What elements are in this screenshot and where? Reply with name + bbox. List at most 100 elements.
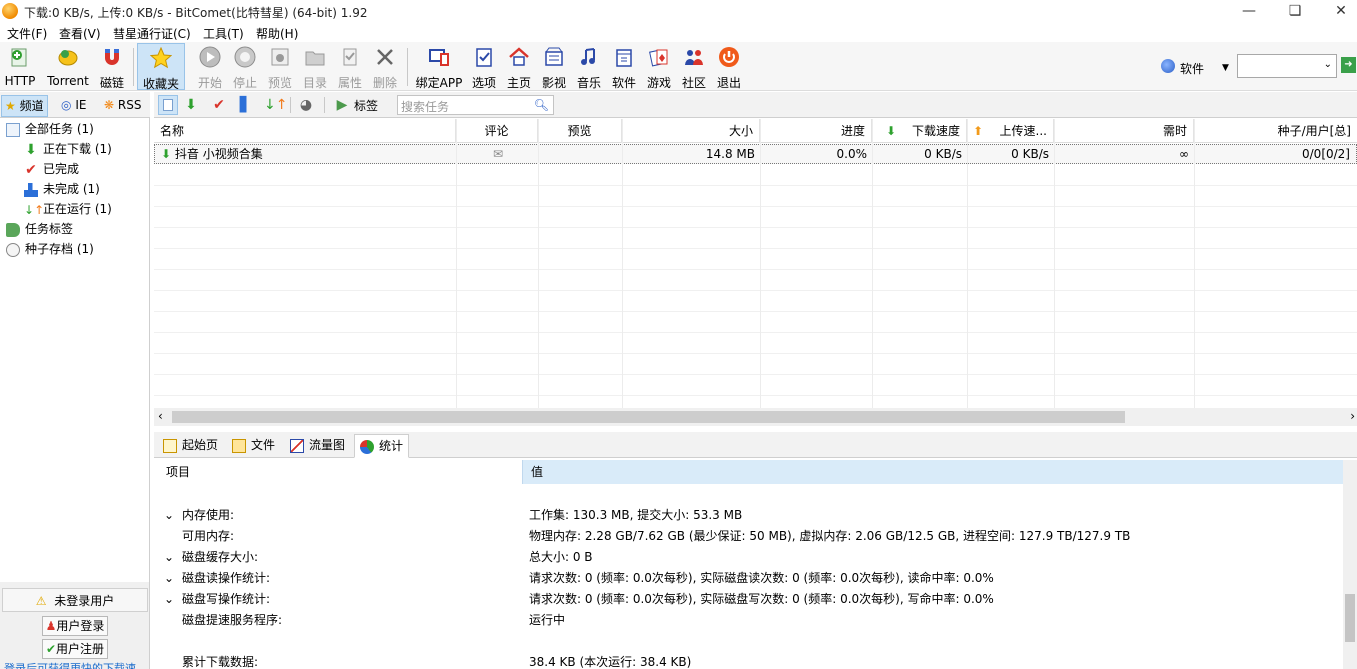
software-menu-label[interactable]: 软件 (1180, 60, 1204, 77)
vertical-scrollbar[interactable] (1343, 460, 1357, 669)
checkmark-icon: ✔ (25, 161, 37, 178)
scroll-right-icon[interactable]: › (1350, 409, 1355, 423)
tab-files[interactable]: 文件 (227, 434, 280, 458)
incomplete-icon (24, 182, 38, 197)
exit-button[interactable]: 退出 (715, 46, 743, 90)
tab-traffic-graph[interactable]: 流量图 (285, 434, 350, 458)
software-button[interactable]: 软件 (610, 46, 638, 90)
chevron-down-icon: ⌄ (1323, 59, 1332, 70)
task-progress: 0.0% (836, 147, 868, 161)
filter-downloading-icon[interactable]: ⬇ (183, 97, 199, 113)
close-button[interactable]: ✕ (1318, 0, 1357, 22)
menu-file[interactable]: 文件(F) (7, 25, 47, 42)
filter-running-icon[interactable]: ↓↑ (264, 97, 287, 113)
toolbar-separator (290, 97, 291, 113)
task-upload-speed: 0 KB/s (1011, 147, 1049, 161)
col-upload-speed[interactable]: ⬆ 上传速... (967, 119, 1054, 143)
chevron-down-icon[interactable]: ⌄ (164, 505, 182, 525)
torrent-button[interactable]: Torrent (45, 46, 91, 90)
login-promo-link[interactable]: 登录后可获得更快的下载速 (4, 660, 136, 669)
community-people-icon (685, 50, 703, 65)
properties-button[interactable]: 属性 (336, 46, 364, 90)
menu-view[interactable]: 查看(V) (59, 25, 101, 42)
archive-icon[interactable]: ◕ (298, 97, 314, 113)
tag-label[interactable]: 标签 (354, 97, 378, 114)
tree-task-tags[interactable]: 任务标签 (6, 219, 73, 239)
col-preview[interactable]: 预览 (538, 119, 622, 143)
tab-rss[interactable]: ❋ RSS (101, 95, 144, 117)
tree-all-tasks[interactable]: 全部任务 (1) (6, 119, 94, 139)
stats-row-key[interactable]: ⌄ 磁盘缓存大小: (164, 547, 258, 567)
movies-button[interactable]: 影视 (540, 46, 568, 90)
music-button[interactable]: 音乐 (575, 46, 603, 90)
tab-ie[interactable]: ◎ IE (58, 95, 89, 117)
col-comment[interactable]: 评论 (456, 119, 538, 143)
stop-button[interactable]: 停止 (231, 46, 259, 90)
tree-running[interactable]: ↓↑正在运行 (1) (24, 199, 112, 219)
stats-row-value: 物理内存: 2.28 GB/7.62 GB (最少保证: 50 MB), 虚拟内… (529, 529, 1131, 543)
chevron-down-icon[interactable]: ⌄ (164, 547, 182, 567)
tag-icon (6, 222, 20, 237)
restore-button[interactable]: ❏ (1272, 0, 1318, 22)
scrollbar-thumb[interactable] (1345, 594, 1355, 642)
col-seeds-peers[interactable]: 种子/用户[总] (1194, 119, 1357, 143)
table-header: 名称 评论 预览 大小 进度 ⬇ 下载速度 ⬆ 上传速... 需时 种子/用户[总] (154, 119, 1357, 143)
tab-statistics[interactable]: 统计 (354, 434, 410, 458)
options-button[interactable]: 选项 (470, 46, 498, 90)
bitcomet-logo-icon (2, 3, 18, 19)
start-button[interactable]: 开始 (196, 46, 224, 90)
col-progress[interactable]: 进度 (760, 119, 872, 143)
table-row[interactable]: ⬇ 抖音 小视频合集 ✉ 14.8 MB 0.0% 0 KB/s 0 KB/s … (154, 144, 1357, 164)
task-table: 名称 评论 预览 大小 进度 ⬇ 下载速度 ⬆ 上传速... 需时 种子/用户[总]… (154, 119, 1357, 410)
tag-icon[interactable]: ▶ (334, 97, 350, 113)
user-login-button[interactable]: ♟用户登录 (41, 616, 109, 636)
horizontal-scrollbar[interactable]: ‹ › (154, 408, 1357, 426)
tree-torrent-archive[interactable]: 种子存档 (1) (6, 239, 94, 259)
menu-tools[interactable]: 工具(T) (203, 25, 244, 42)
magnet-button[interactable]: 磁链 (99, 46, 125, 90)
directory-button[interactable]: 目录 (301, 46, 329, 90)
chevron-down-icon[interactable]: ⌄ (164, 568, 182, 588)
statistics-panel: 项目 值 ⌄ 内存使用: 工作集: 130.3 MB, 提交大小: 53.3 MB 可… (154, 458, 1357, 669)
scroll-left-icon[interactable]: ‹ (158, 409, 163, 423)
tree-incomplete[interactable]: 未完成 (1) (24, 179, 100, 199)
menu-comet-pass[interactable]: 彗星通行证(C) (113, 25, 191, 42)
stats-row-key[interactable]: ⌄ 内存使用: (164, 505, 234, 525)
search-icon[interactable]: 🔍︎ (534, 98, 549, 112)
search-engine-combo[interactable]: ⌄ (1237, 54, 1337, 78)
comment-icon[interactable]: ✉ (457, 145, 539, 163)
homepage-button[interactable]: 主页 (505, 46, 533, 90)
bind-app-button[interactable]: 绑定APP (414, 46, 464, 90)
stats-row-value: 运行中 (529, 613, 566, 627)
filter-incomplete-icon[interactable]: ▋ (237, 97, 253, 113)
tree-completed[interactable]: ✔ 已完成 (24, 159, 79, 179)
search-input[interactable]: 搜索任务 🔍︎ (397, 95, 554, 115)
http-button[interactable]: HTTP (4, 46, 36, 90)
stats-row-key[interactable]: ⌄ 磁盘写操作统计: (164, 589, 270, 609)
tree-downloading[interactable]: ⬇ 正在下载 (1) (24, 139, 112, 159)
tab-channels[interactable]: ★ 频道 (1, 95, 48, 117)
games-button[interactable]: 游戏 (645, 46, 673, 90)
menu-help[interactable]: 帮助(H) (256, 25, 298, 42)
scrollbar-thumb[interactable] (172, 411, 1125, 423)
go-button[interactable]: ➜ (1341, 57, 1356, 73)
select-all-icon[interactable] (158, 95, 178, 115)
stats-row-key: 磁盘提速服务程序: (164, 610, 282, 630)
chevron-down-icon[interactable]: ⌄ (164, 589, 182, 609)
col-download-speed[interactable]: ⬇ 下载速度 (872, 119, 967, 143)
filter-completed-icon[interactable]: ✔ (211, 97, 227, 113)
tab-start-page[interactable]: 起始页 (158, 434, 223, 458)
col-name[interactable]: 名称 (154, 119, 456, 143)
dropdown-arrow-icon[interactable]: ▼ (1222, 63, 1229, 73)
favorites-button[interactable]: 收藏夹 (137, 43, 185, 91)
user-register-button[interactable]: ✔用户注册 (41, 639, 109, 659)
delete-button[interactable]: 删除 (371, 46, 399, 90)
stats-row-key[interactable]: ⌄ 磁盘读操作统计: (164, 568, 270, 588)
col-size[interactable]: 大小 (622, 119, 760, 143)
stats-row-value: 请求次数: 0 (频率: 0.0次每秒), 实际磁盘读次数: 0 (频率: 0.… (529, 571, 994, 585)
col-eta[interactable]: 需时 (1054, 119, 1194, 143)
community-button[interactable]: 社区 (680, 46, 708, 90)
preview-button[interactable]: 预览 (266, 46, 294, 90)
task-toolbar: ⬇ ✔ ▋ ↓↑ ◕ ▶ 标签 搜索任务 🔍︎ (154, 92, 1357, 118)
minimize-button[interactable]: — (1226, 0, 1272, 22)
